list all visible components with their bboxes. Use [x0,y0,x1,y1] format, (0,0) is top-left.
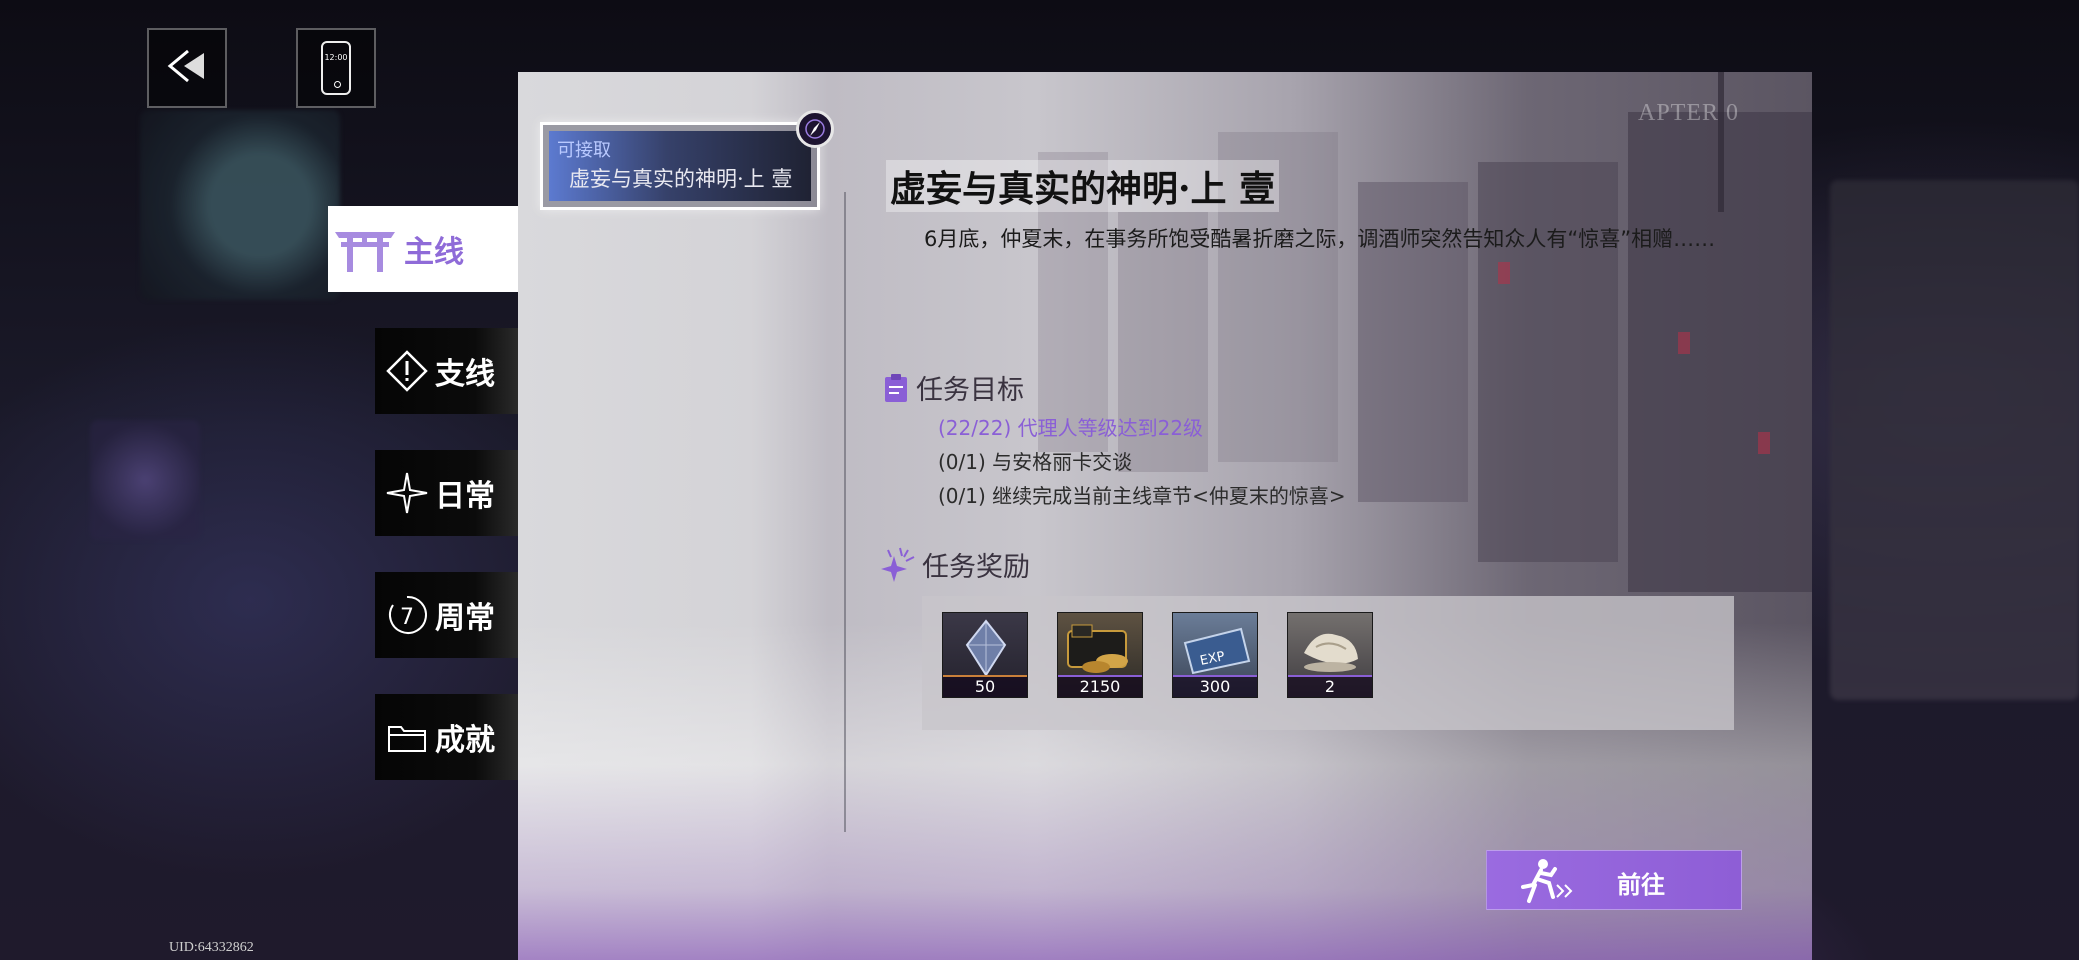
reward-count: 2150 [1058,675,1142,697]
background-panel [1830,180,2079,700]
phone-home-dot [334,81,341,88]
tab-weekly-label: 周常 [435,601,495,636]
folder-icon [383,713,431,761]
objective-item: (0/1) 与安格丽卡交谈 [938,450,1133,474]
background-arrow-shape [90,420,200,540]
phone-time: 12:00 [324,53,348,62]
panel-divider [844,192,846,832]
cycle-seven-icon: 7 [383,591,431,639]
quest-panel: 可接取 虚妄与真实的神明·上 壹 APTER 0 虚妄与真实的神明·上 壹 6月… [518,72,1812,960]
back-arrow-icon [164,47,210,89]
objective-item: (0/1) 继续完成当前主线章节<仲夏末的惊喜> [938,484,1346,508]
reward-item[interactable]: EXP 300 [1172,612,1258,698]
tab-daily[interactable]: 日常 [375,450,518,536]
gold-coins-card-icon [1064,621,1138,681]
quest-list-name: 虚妄与真实的神明·上 壹 [569,167,793,191]
material-bundle-icon [1296,623,1366,679]
rewards-box: 50 2150 EXP 300 2 [922,596,1734,730]
rewards-heading: 任务奖励 [874,544,1030,584]
rewards-title: 任务奖励 [922,551,1030,583]
reward-item[interactable]: 2 [1287,612,1373,698]
reward-item[interactable]: 2150 [1057,612,1143,698]
chapter-watermark: APTER 0 [1638,100,1740,126]
tab-side-quest-label: 支线 [435,357,495,392]
back-button[interactable] [147,28,227,108]
reward-item[interactable]: 50 [942,612,1028,698]
clipboard-icon [884,373,908,403]
reward-count: 50 [943,675,1027,697]
tab-achievement[interactable]: 成就 [375,694,518,780]
quest-list-item[interactable]: 可接取 虚妄与真实的神明·上 壹 [540,122,820,210]
torii-gate-icon [330,225,400,273]
exp-ticket-icon: EXP [1179,623,1253,679]
compass-star-icon [383,469,431,517]
sparkle-icon [874,544,918,584]
svg-text:7: 7 [400,605,414,630]
tab-side-quest[interactable]: 支线 [375,328,518,414]
quest-description: 6月底，仲夏末，在事务所饱受酷暑折磨之际，调酒师突然告知众人有“惊喜”相赠…… [924,227,1716,251]
phone-button[interactable]: 12:00 [296,28,376,108]
reward-count: 2 [1288,675,1372,697]
objectives-title: 任务目标 [916,375,1024,406]
tab-weekly[interactable]: 7 周常 [375,572,518,658]
running-person-icon [1515,857,1577,909]
quest-status-label: 可接取 [557,140,611,161]
reward-count: 300 [1173,675,1257,697]
tab-main-quest-label: 主线 [404,235,464,270]
tab-main-quest[interactable]: 主线 [328,206,518,292]
go-button[interactable]: 前往 [1486,850,1742,910]
objective-item: (22/22) 代理人等级达到22级 [938,416,1204,440]
phone-icon: 12:00 [321,41,351,95]
crystal-currency-icon [961,619,1011,683]
quest-compass-icon [796,110,834,148]
uid-label: UID:64332862 [169,940,254,955]
tab-achievement-label: 成就 [435,723,495,758]
go-button-label: 前往 [1617,870,1665,899]
warning-diamond-icon [383,347,431,395]
tab-daily-label: 日常 [435,479,495,514]
objectives-heading: 任务目标 [884,368,1024,407]
quest-title: 虚妄与真实的神明·上 壹 [886,160,1280,212]
background-tile [140,110,340,300]
